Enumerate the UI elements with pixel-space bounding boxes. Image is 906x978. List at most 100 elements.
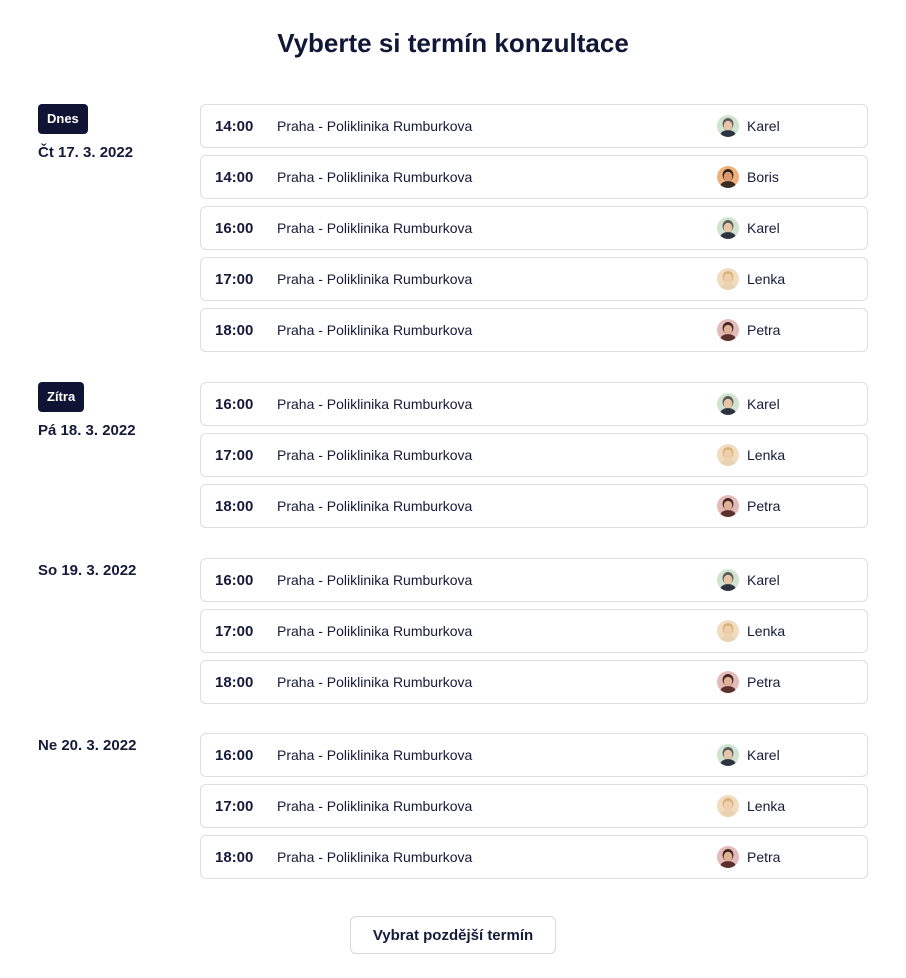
doctor-name: Karel	[747, 747, 780, 763]
page-title: Vyberte si termín konzultace	[277, 28, 629, 58]
slot-time: 16:00	[215, 746, 254, 764]
time-slot[interactable]: 17:00 Praha - Poliklinika Rumburkova Lenka	[200, 784, 868, 828]
day-date: Čt 17. 3. 2022	[38, 144, 134, 161]
slot-time: 14:00	[215, 168, 254, 186]
slot-list: 14:00 Praha - Poliklinika Rumburkova Karel…	[200, 104, 868, 359]
doctor-avatar-icon	[717, 671, 739, 693]
slot-doctor: Lenka	[717, 444, 867, 466]
slot-location: Praha - Poliklinika Rumburkova	[277, 118, 473, 134]
doctor-name: Petra	[747, 498, 781, 514]
doctor-name: Lenka	[747, 447, 786, 463]
time-slot[interactable]: 14:00 Praha - Poliklinika Rumburkova Karel	[200, 104, 868, 148]
day-meta: So 19. 3. 2022	[38, 558, 136, 579]
slot-time: 17:00	[215, 622, 254, 640]
day-meta: Ne 20. 3. 2022	[38, 733, 136, 754]
doctor-avatar-icon	[717, 393, 739, 415]
doctor-avatar-icon	[717, 569, 739, 591]
slot-time: 18:00	[215, 321, 254, 339]
slot-doctor: Karel	[717, 393, 867, 415]
slot-location: Praha - Poliklinika Rumburkova	[277, 169, 473, 185]
doctor-name: Karel	[747, 572, 780, 588]
doctor-name: Lenka	[747, 271, 786, 287]
doctor-avatar-icon	[717, 795, 739, 817]
doctor-name: Lenka	[747, 798, 786, 814]
slot-time: 18:00	[215, 673, 254, 691]
slot-doctor: Petra	[717, 671, 867, 693]
slot-doctor: Petra	[717, 319, 867, 341]
slot-location: Praha - Poliklinika Rumburkova	[277, 623, 473, 639]
time-slot[interactable]: 18:00 Praha - Poliklinika Rumburkova Petra	[200, 484, 868, 528]
doctor-avatar-icon	[717, 495, 739, 517]
day-badge-tomorrow: Zítra	[38, 382, 85, 412]
slot-time: 16:00	[215, 395, 254, 413]
slot-time: 17:00	[215, 270, 254, 288]
doctor-name: Boris	[747, 169, 779, 185]
slot-time: 18:00	[215, 497, 254, 515]
slot-location: Praha - Poliklinika Rumburkova	[277, 220, 473, 236]
slot-time: 17:00	[215, 797, 254, 815]
slot-doctor: Petra	[717, 495, 867, 517]
slot-doctor: Karel	[717, 569, 867, 591]
slot-time: 18:00	[215, 848, 254, 866]
day-badge-today: Dnes	[38, 104, 88, 134]
time-slot[interactable]: 18:00 Praha - Poliklinika Rumburkova Petra	[200, 835, 868, 879]
slot-time: 16:00	[215, 219, 254, 237]
time-slot[interactable]: 18:00 Praha - Poliklinika Rumburkova Petra	[200, 660, 868, 704]
slot-time: 17:00	[215, 446, 254, 464]
time-slot[interactable]: 16:00 Praha - Poliklinika Rumburkova Karel	[200, 206, 868, 250]
doctor-name: Lenka	[747, 623, 786, 639]
time-slot[interactable]: 16:00 Praha - Poliklinika Rumburkova Karel	[200, 733, 868, 777]
slot-doctor: Lenka	[717, 268, 867, 290]
time-slot[interactable]: 14:00 Praha - Poliklinika Rumburkova Boris	[200, 155, 868, 199]
doctor-avatar-icon	[717, 846, 739, 868]
doctor-name: Karel	[747, 220, 780, 236]
time-slot[interactable]: 16:00 Praha - Poliklinika Rumburkova Karel	[200, 382, 868, 426]
slot-list: 16:00 Praha - Poliklinika Rumburkova Karel…	[200, 382, 868, 535]
slot-doctor: Boris	[717, 166, 867, 188]
time-slot[interactable]: 16:00 Praha - Poliklinika Rumburkova Karel	[200, 558, 868, 602]
slot-doctor: Lenka	[717, 795, 867, 817]
doctor-name: Petra	[747, 322, 781, 338]
day-date: Pá 18. 3. 2022	[38, 422, 136, 439]
slot-location: Praha - Poliklinika Rumburkova	[277, 849, 473, 865]
slot-location: Praha - Poliklinika Rumburkova	[277, 322, 473, 338]
time-slot[interactable]: 17:00 Praha - Poliklinika Rumburkova Lenka	[200, 433, 868, 477]
slot-time: 16:00	[215, 571, 254, 589]
doctor-avatar-icon	[717, 444, 739, 466]
slot-doctor: Petra	[717, 846, 867, 868]
time-slot[interactable]: 17:00 Praha - Poliklinika Rumburkova Lenka	[200, 257, 868, 301]
slot-list: 16:00 Praha - Poliklinika Rumburkova Karel…	[200, 558, 868, 711]
doctor-name: Karel	[747, 396, 780, 412]
slot-list: 16:00 Praha - Poliklinika Rumburkova Karel…	[200, 733, 868, 886]
slot-location: Praha - Poliklinika Rumburkova	[277, 396, 473, 412]
later-date-button[interactable]: Vybrat pozdější termín	[350, 916, 556, 954]
slot-location: Praha - Poliklinika Rumburkova	[277, 447, 473, 463]
day-meta: Zítra Pá 18. 3. 2022	[38, 382, 136, 439]
doctor-avatar-icon	[717, 744, 739, 766]
doctor-name: Petra	[747, 849, 781, 865]
slot-location: Praha - Poliklinika Rumburkova	[277, 747, 473, 763]
doctor-avatar-icon	[717, 620, 739, 642]
slot-doctor: Karel	[717, 744, 867, 766]
time-slot[interactable]: 18:00 Praha - Poliklinika Rumburkova Petra	[200, 308, 868, 352]
doctor-avatar-icon	[717, 319, 739, 341]
slot-doctor: Karel	[717, 115, 867, 137]
slot-doctor: Karel	[717, 217, 867, 239]
slot-location: Praha - Poliklinika Rumburkova	[277, 798, 473, 814]
slot-location: Praha - Poliklinika Rumburkova	[277, 271, 473, 287]
doctor-avatar-icon	[717, 166, 739, 188]
slot-location: Praha - Poliklinika Rumburkova	[277, 498, 473, 514]
slot-location: Praha - Poliklinika Rumburkova	[277, 572, 473, 588]
day-meta: Dnes Čt 17. 3. 2022	[38, 104, 133, 161]
doctor-name: Petra	[747, 674, 781, 690]
slot-time: 14:00	[215, 117, 254, 135]
doctor-avatar-icon	[717, 115, 739, 137]
slot-doctor: Lenka	[717, 620, 867, 642]
slot-location: Praha - Poliklinika Rumburkova	[277, 674, 473, 690]
doctor-avatar-icon	[717, 217, 739, 239]
doctor-name: Karel	[747, 118, 780, 134]
time-slot[interactable]: 17:00 Praha - Poliklinika Rumburkova Lenka	[200, 609, 868, 653]
day-date: Ne 20. 3. 2022	[38, 737, 137, 754]
doctor-avatar-icon	[717, 268, 739, 290]
day-date: So 19. 3. 2022	[38, 562, 137, 579]
